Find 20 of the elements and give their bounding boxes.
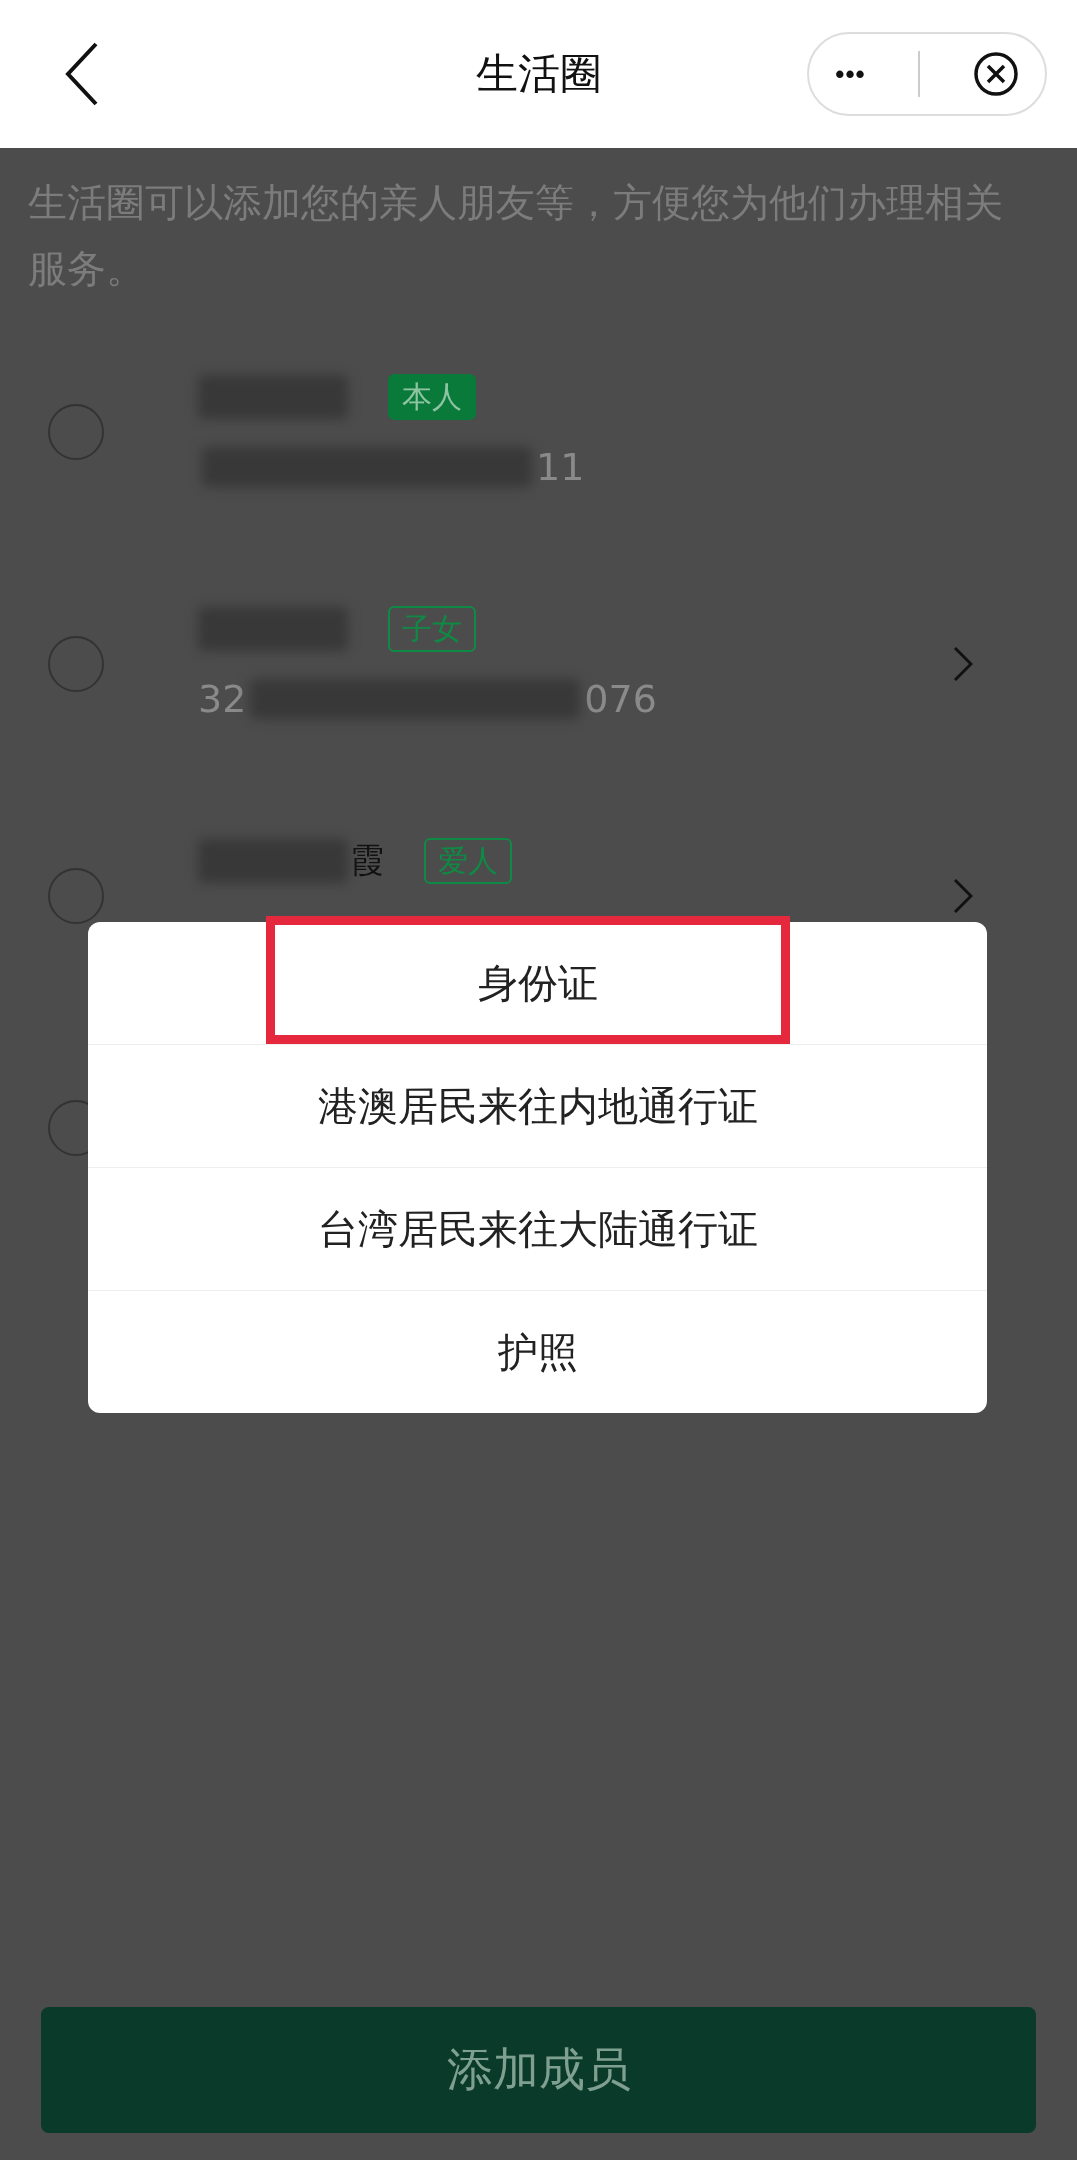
chevron-icon[interactable] [953,646,973,682]
member-name: 霞 [350,839,384,882]
more-button[interactable]: ••• [835,58,866,90]
dialog-option[interactable]: 护照 [88,1290,987,1413]
id-number: 076 [584,677,657,721]
dialog-option[interactable]: 台湾居民来往大陆通行证 [88,1167,987,1290]
radio-button[interactable] [48,636,104,692]
chevron-icon[interactable] [953,878,973,914]
page-title: 生活圈 [475,48,602,100]
back-icon[interactable] [64,42,100,106]
relation-tag: 爱人 [424,838,512,884]
relation-tag: 本人 [388,374,476,420]
radio-button[interactable] [48,404,104,460]
dialog-option[interactable]: 港澳居民来往内地通行证 [88,1044,987,1167]
add-member-button[interactable]: 添加成员 [41,2007,1036,2133]
close-icon[interactable] [972,51,1019,97]
id-number: 11 [536,445,585,489]
relation-tag: 子女 [388,606,476,652]
id-number: 32 [198,677,247,721]
dialog-option[interactable]: 身份证 [88,922,987,1044]
